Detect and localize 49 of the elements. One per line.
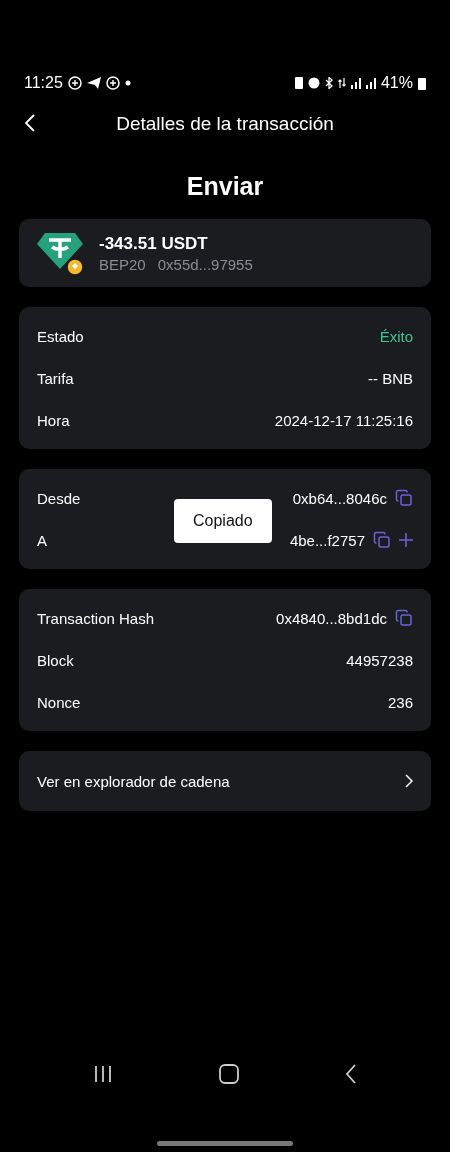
plus-circle-icon xyxy=(67,76,82,90)
add-icon xyxy=(399,533,413,547)
detail-label: Estado xyxy=(37,327,84,345)
detail-value: 4be...f2757 xyxy=(289,531,365,549)
battery-percent: 41% xyxy=(380,74,413,92)
detail-label: Tarifa xyxy=(37,369,74,387)
copy-icon xyxy=(373,531,391,549)
explorer-link[interactable]: Ver en explorador de cadena xyxy=(37,759,413,803)
chevron-right-icon xyxy=(405,774,413,788)
transaction-type-heading: Enviar xyxy=(185,172,265,201)
token-logo-icon xyxy=(37,231,85,275)
token-network: BEP20 xyxy=(99,255,146,273)
paper-plane-icon xyxy=(86,77,101,89)
dot-icon xyxy=(124,80,131,86)
add-contact-button[interactable] xyxy=(399,533,413,547)
signal-icon xyxy=(365,77,376,89)
detail-label: Transaction Hash xyxy=(37,609,154,627)
detail-value: Éxito xyxy=(379,327,413,345)
detail-value: 236 xyxy=(387,693,413,711)
detail-value: -- BNB xyxy=(368,369,413,387)
token-contract: 0x55d...97955 xyxy=(157,255,253,273)
status-time: 11:25 xyxy=(24,74,63,92)
data-arrows-icon xyxy=(337,77,346,89)
back-icon xyxy=(24,114,36,132)
home-icon[interactable] xyxy=(219,1064,239,1084)
copy-button[interactable] xyxy=(395,489,413,507)
plus-circle-icon xyxy=(105,76,120,90)
recent-apps-icon[interactable] xyxy=(93,1065,113,1083)
signal-icon xyxy=(350,77,361,89)
token-amount: -343.51 USDT xyxy=(99,233,209,254)
detail-label: Hora xyxy=(37,411,70,429)
copy-button[interactable] xyxy=(395,609,413,627)
back-button[interactable] xyxy=(22,112,38,134)
battery-icon xyxy=(418,76,426,90)
page-title: Detalles de la transacción xyxy=(116,113,334,135)
detail-value: 2024-12-17 11:25:16 xyxy=(274,411,413,429)
detail-label: Block xyxy=(37,651,74,669)
copy-icon xyxy=(395,609,413,627)
detail-label: A xyxy=(37,531,47,549)
detail-value: 0x4840...8bd1dc xyxy=(276,609,387,627)
detail-label: Nonce xyxy=(37,693,81,711)
copied-toast: Copiado xyxy=(174,499,272,543)
detail-value: 0xb64...8046c xyxy=(292,489,387,507)
back-nav-icon[interactable] xyxy=(345,1064,357,1084)
copy-button[interactable] xyxy=(373,531,391,549)
detail-label: Desde xyxy=(37,489,81,507)
copy-icon xyxy=(395,489,413,507)
detail-value: 44957238 xyxy=(346,651,413,669)
bluetooth-icon xyxy=(324,77,333,89)
